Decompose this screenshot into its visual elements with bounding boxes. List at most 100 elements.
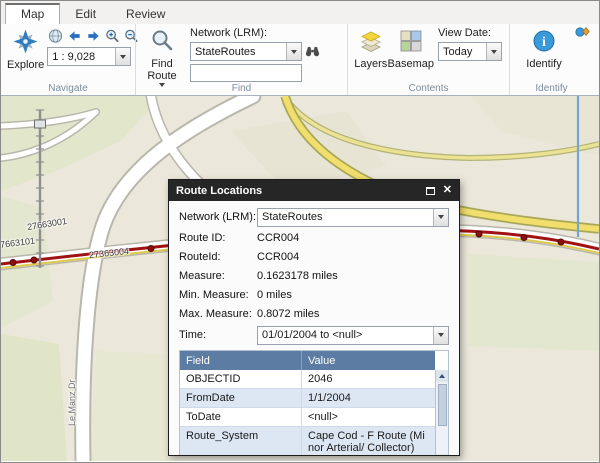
map-scale-combo[interactable]: 1 : 9,028 (47, 47, 131, 66)
group-label-identify: Identify (510, 83, 593, 94)
field-row-network: Network (LRM): StateRoutes (179, 207, 449, 227)
chevron-down-icon[interactable] (433, 209, 448, 226)
basemap-button[interactable]: Basemap (388, 27, 434, 70)
identify-pin-icon[interactable] (575, 26, 590, 46)
field-value: CCR004 (257, 251, 299, 263)
ribbon-group-contents: Layers Basemap View Date: Today Contents (347, 24, 509, 95)
field-row-time: Time: 01/01/2004 to <null> (179, 325, 449, 345)
ribbon-toolbar: Explore (1, 24, 599, 96)
tab-edit[interactable]: Edit (60, 3, 111, 24)
field-row-min-measure: Min. Measure: 0 miles (179, 287, 449, 303)
view-date-label: View Date: (438, 27, 502, 39)
chevron-down-icon[interactable] (115, 48, 130, 65)
route-locations-dialog: Route Locations ✕ Network (LRM): StateRo… (168, 179, 460, 456)
map-canvas[interactable]: 27663001 27663101 27363004 Le Manz Dr Ro… (1, 96, 599, 461)
cell-value: Cape Cod - F Route (Mi nor Arterial/ Col… (302, 427, 435, 455)
ribbon-tabbar: Map Edit Review (1, 1, 599, 24)
back-arrow-icon[interactable] (66, 27, 83, 44)
scrollbar-thumb[interactable] (438, 384, 447, 426)
field-label: Max. Measure: (179, 308, 257, 320)
forward-arrow-icon[interactable] (85, 27, 102, 44)
layers-button[interactable]: Layers (354, 27, 388, 70)
tab-map[interactable]: Map (5, 3, 60, 24)
field-row-max-measure: Max. Measure: 0.8072 miles (179, 306, 449, 322)
basemap-label: Basemap (388, 58, 434, 70)
find-route-input[interactable] (190, 64, 302, 82)
identify-button[interactable]: i Identify (520, 27, 568, 70)
zoom-in-icon[interactable] (104, 27, 121, 44)
column-header-field[interactable]: Field (180, 351, 302, 370)
column-header-value[interactable]: Value (302, 355, 435, 367)
identify-info-icon: i (532, 29, 556, 56)
time-combo[interactable]: 01/01/2004 to <null> (257, 326, 449, 345)
tab-review[interactable]: Review (111, 3, 180, 24)
table-row[interactable]: FromDate 1/1/2004 (180, 389, 435, 408)
find-route-button[interactable]: Find Route (142, 27, 182, 87)
field-label: Measure: (179, 270, 257, 282)
close-icon[interactable]: ✕ (443, 185, 452, 196)
explore-label: Explore (7, 59, 44, 71)
time-combo-value: 01/01/2004 to <null> (258, 329, 433, 341)
table-header: Field Value (180, 351, 435, 370)
chevron-down-icon[interactable] (433, 327, 448, 344)
network-lrm-label: Network (LRM): (190, 27, 321, 39)
view-date-combo[interactable]: Today (438, 42, 502, 61)
view-date-value: Today (439, 46, 486, 58)
slider-handle[interactable] (35, 120, 46, 128)
magnifier-icon (150, 29, 174, 56)
cell-field: OBJECTID (180, 370, 302, 388)
table-row[interactable]: ToDate <null> (180, 408, 435, 427)
field-label: RouteId: (179, 251, 257, 263)
dialog-body: Network (LRM): StateRoutes Route ID: CCR… (169, 201, 459, 455)
cell-field: FromDate (180, 389, 302, 407)
layers-icon (359, 29, 383, 56)
field-value: 0 miles (257, 289, 292, 301)
network-combo-value: StateRoutes (258, 211, 433, 223)
scroll-down-icon[interactable] (436, 454, 448, 455)
cell-field: ToDate (180, 408, 302, 426)
table-scrollbar[interactable] (435, 370, 448, 455)
group-label-find: Find (136, 83, 347, 94)
dialog-titlebar[interactable]: Route Locations ✕ (169, 180, 459, 201)
scroll-up-icon[interactable] (436, 370, 448, 382)
network-combo[interactable]: StateRoutes (257, 208, 449, 227)
cell-value: 2046 (302, 370, 435, 388)
field-label: Network (LRM): (179, 211, 257, 223)
table-row[interactable]: OBJECTID 2046 (180, 370, 435, 389)
table-row[interactable]: Route_System Cape Cod - F Route (Mi nor … (180, 427, 435, 455)
chevron-down-icon[interactable] (486, 43, 501, 60)
ribbon-group-navigate: Explore (1, 24, 135, 95)
group-label-contents: Contents (348, 83, 509, 94)
group-label-navigate: Navigate (1, 83, 135, 94)
ribbon-group-find: Find Route Network (LRM): StateRoutes Fi… (135, 24, 347, 95)
compass-icon (13, 29, 38, 57)
cell-value: <null> (302, 408, 435, 426)
field-label: Min. Measure: (179, 289, 257, 301)
field-value: 0.8072 miles (257, 308, 319, 320)
field-row-routeid: RouteId: CCR004 (179, 249, 449, 265)
globe-icon[interactable] (47, 27, 64, 44)
svg-text:i: i (542, 35, 546, 50)
network-lrm-value: StateRoutes (191, 46, 286, 58)
field-row-measure: Measure: 0.1623178 miles (179, 268, 449, 284)
attribute-table: Field Value OBJECTID 2046 FromDate 1/1/2… (179, 350, 449, 455)
field-value: CCR004 (257, 232, 299, 244)
binoculars-icon[interactable] (304, 43, 321, 60)
street-label: Le Manz Dr (67, 379, 77, 426)
network-lrm-combo[interactable]: StateRoutes (190, 42, 302, 61)
dialog-title: Route Locations (176, 185, 262, 197)
cell-value: 1/1/2004 (302, 389, 435, 407)
explore-button[interactable]: Explore (7, 27, 44, 71)
cell-field: Route_System (180, 427, 302, 455)
chevron-down-icon[interactable] (286, 43, 301, 60)
basemap-icon (399, 29, 423, 56)
maximize-icon[interactable] (426, 187, 435, 195)
field-row-route-id: Route ID: CCR004 (179, 230, 449, 246)
ribbon-group-identify: i Identify Identify (509, 24, 593, 95)
identify-label: Identify (526, 58, 561, 70)
find-route-label: Find Route (142, 58, 182, 82)
layers-label: Layers (354, 58, 387, 70)
map-scale-value: 1 : 9,028 (48, 51, 115, 63)
field-label: Route ID: (179, 232, 257, 244)
field-value: 0.1623178 miles (257, 270, 338, 282)
